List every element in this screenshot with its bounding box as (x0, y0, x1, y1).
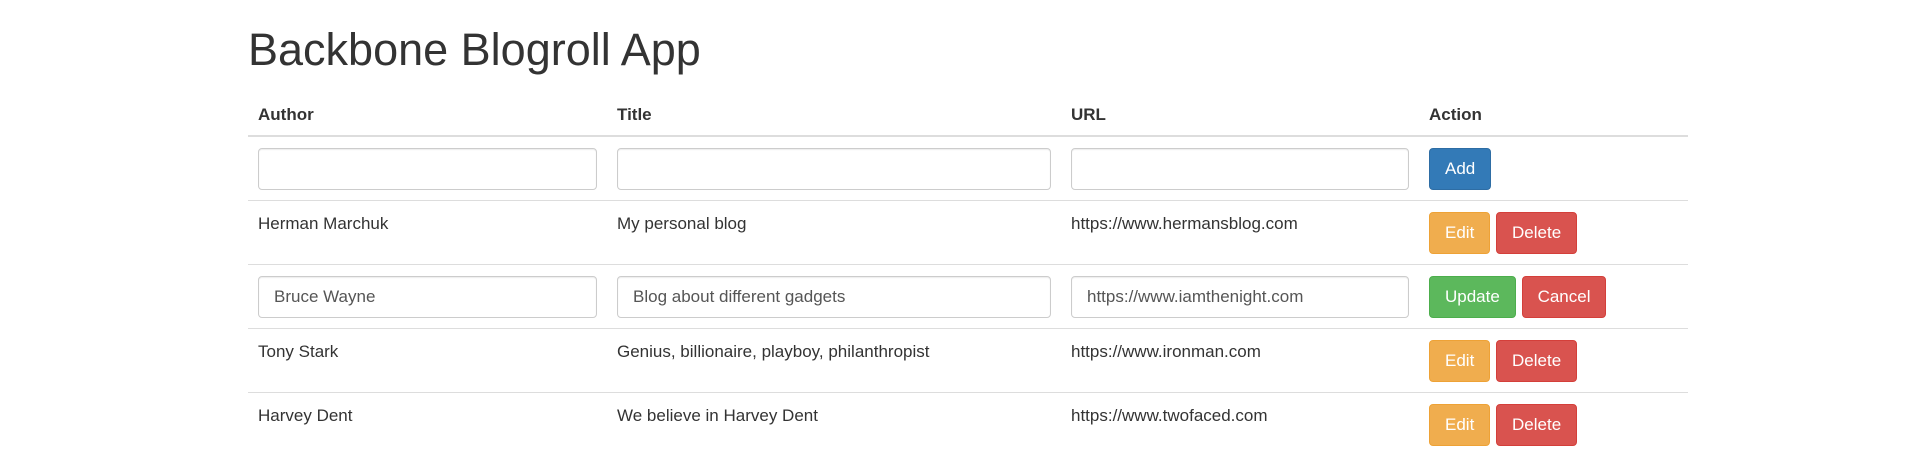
table-header-row: Author Title URL Action (248, 92, 1688, 137)
edit-url-input[interactable] (1071, 275, 1409, 318)
url-cell: https://www.twofaced.com (1061, 392, 1419, 456)
action-cell: Edit Delete (1419, 392, 1688, 456)
delete-button[interactable]: Delete (1496, 339, 1578, 382)
author-cell: Tony Stark (248, 328, 607, 393)
edit-title-input[interactable] (617, 275, 1051, 318)
author-cell: Harvey Dent (248, 392, 607, 456)
new-blog-row: Add (248, 135, 1688, 201)
edit-author-cell (248, 264, 607, 329)
author-cell: Herman Marchuk (248, 200, 607, 265)
add-button[interactable]: Add (1429, 147, 1492, 190)
update-button[interactable]: Update (1429, 275, 1516, 318)
new-author-cell (248, 135, 607, 201)
edit-button[interactable]: Edit (1429, 339, 1491, 382)
action-cell: Update Cancel (1419, 264, 1688, 329)
header-title: Title (607, 92, 1061, 137)
url-cell: https://www.hermansblog.com (1061, 200, 1419, 265)
title-cell: My personal blog (607, 200, 1061, 265)
blogroll-table: Author Title URL Action Add Herman March… (248, 92, 1688, 456)
header-action: Action (1419, 92, 1688, 137)
edit-author-input[interactable] (258, 275, 597, 318)
title-cell: We believe in Harvey Dent (607, 392, 1061, 456)
new-title-input[interactable] (617, 147, 1051, 190)
table-row: Herman Marchuk My personal blog https://… (248, 200, 1688, 265)
action-cell: Edit Delete (1419, 328, 1688, 393)
table-row: Tony Stark Genius, billionaire, playboy,… (248, 328, 1688, 393)
app-container: Backbone Blogroll App Author Title URL A… (248, 0, 1688, 456)
new-author-input[interactable] (258, 147, 597, 190)
table-row: Harvey Dent We believe in Harvey Dent ht… (248, 392, 1688, 456)
new-url-cell (1061, 135, 1419, 201)
action-cell: Edit Delete (1419, 200, 1688, 265)
header-author: Author (248, 92, 607, 137)
page-title: Backbone Blogroll App (248, 24, 701, 75)
delete-button[interactable]: Delete (1496, 403, 1578, 446)
header-url: URL (1061, 92, 1419, 137)
edit-button[interactable]: Edit (1429, 211, 1491, 254)
edit-title-cell (607, 264, 1061, 329)
new-action-cell: Add (1419, 135, 1688, 201)
new-title-cell (607, 135, 1061, 201)
title-cell: Genius, billionaire, playboy, philanthro… (607, 328, 1061, 393)
edit-button[interactable]: Edit (1429, 403, 1491, 446)
url-cell: https://www.ironman.com (1061, 328, 1419, 393)
cancel-button[interactable]: Cancel (1521, 275, 1607, 318)
delete-button[interactable]: Delete (1496, 211, 1578, 254)
table-row-editing: Update Cancel (248, 264, 1688, 329)
new-url-input[interactable] (1071, 147, 1409, 190)
edit-url-cell (1061, 264, 1419, 329)
